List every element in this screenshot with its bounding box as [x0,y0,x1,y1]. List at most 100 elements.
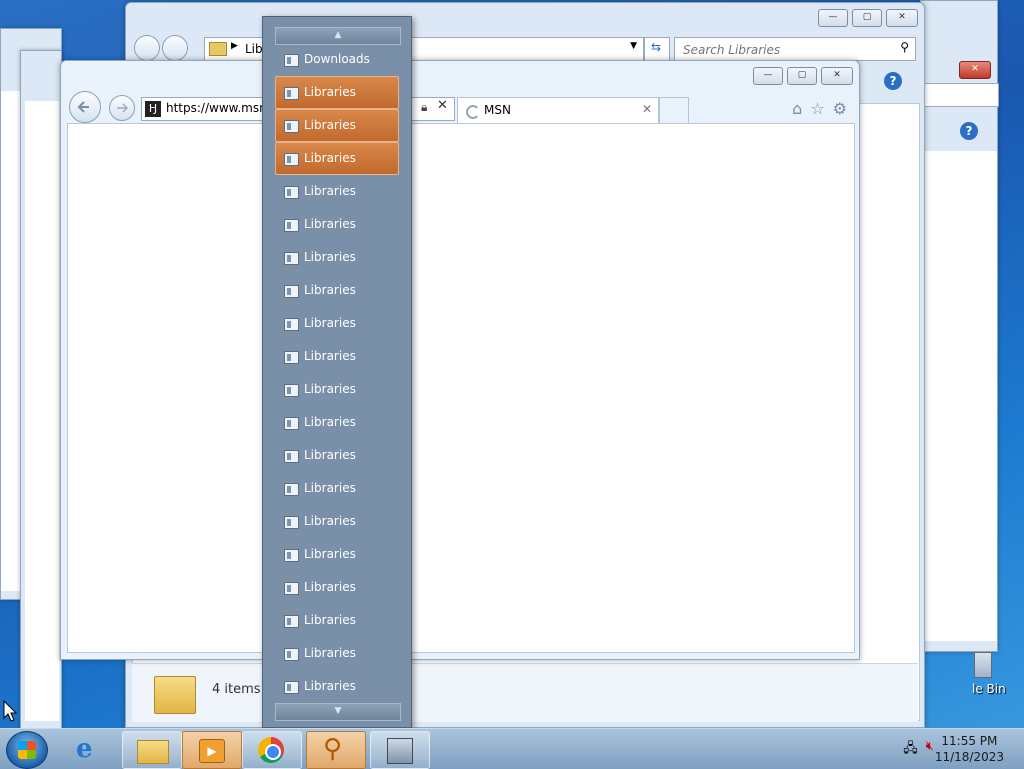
window-icon [284,285,299,298]
search-magnifier-icon: ⚲ [323,734,343,764]
window-list-item[interactable]: Libraries [275,505,399,538]
window-list-item[interactable]: Libraries [275,307,399,340]
window-list-item[interactable]: Libraries [275,571,399,604]
window-icon [284,252,299,265]
scroll-down-button[interactable]: ▼ [275,703,401,721]
recycle-bin-icon [974,652,992,678]
window-list-item[interactable]: Libraries [275,175,399,208]
window-list-item-label: Libraries [304,118,356,132]
window-list-item[interactable]: Libraries [275,406,399,439]
new-tab-button[interactable] [659,97,689,124]
taskbar-chrome[interactable] [242,731,302,769]
window-icon [284,681,299,694]
item-count: 4 items [212,682,261,697]
help-icon[interactable]: ? [960,122,978,140]
window-list-item[interactable]: Downloads [275,43,399,76]
window-list-item[interactable]: Libraries [275,241,399,274]
network-icon[interactable]: 🖧 [903,739,918,761]
window-list-item[interactable]: Libraries [275,274,399,307]
window-list-dropdown: ▲ Downloads Libraries Libraries Libraries Li… [262,16,412,728]
window-list-item-label: Libraries [304,349,356,363]
tab-msn[interactable]: MSN ✕ [457,97,659,124]
window-list-item[interactable]: Libraries [275,76,399,109]
window-list-item-label: Downloads [304,52,370,66]
page-content[interactable] [67,123,855,653]
clock-date: 11/18/2023 [934,750,1004,764]
window-list-item-label: Libraries [304,250,356,264]
window-list-item-label: Libraries [304,217,356,231]
maximize-button[interactable]: ▢ [852,9,882,27]
window-icon [284,351,299,364]
close-button[interactable]: ✕ [821,67,853,85]
network-tool-icon [387,738,413,764]
chrome-center [265,744,281,760]
favorites-star-icon[interactable]: ☆ [810,99,824,118]
close-tab-button[interactable]: ✕ [642,102,652,116]
help-icon[interactable]: ? [884,72,902,90]
close-button[interactable]: ✕ [886,9,918,27]
background-window-right: ✕ [920,0,999,652]
window-list-item-label: Libraries [304,316,356,330]
window-list-item[interactable]: Libraries [275,142,399,175]
recycle-bin[interactable]: le Bin [968,650,1024,696]
window-list-item[interactable]: Libraries [275,637,399,670]
window-list-item-label: Libraries [304,151,356,165]
window-list-item[interactable]: Libraries [275,109,399,142]
taskbar-search-tool[interactable]: ⚲ [306,731,366,769]
window-list-item-label: Libraries [304,481,356,495]
maximize-button[interactable]: ▢ [787,67,817,85]
window-icon [284,483,299,496]
taskbar-media-player[interactable]: ▶ [182,731,242,769]
search-input[interactable] [681,40,895,60]
clock[interactable]: 11:55 PM 11/18/2023 [935,733,1004,765]
chevron-down-icon[interactable]: ▼ [630,41,637,51]
window-icon [284,120,299,133]
gear-icon[interactable]: ⚙ [833,99,847,118]
search-icon: ⚲ [900,40,909,54]
window-list-item-label: Libraries [304,613,356,627]
taskbar-explorer[interactable] [122,731,182,769]
window-list-item[interactable]: Libraries [275,604,399,637]
close-button[interactable]: ✕ [959,61,991,79]
window-icon [284,582,299,595]
file-explorer-icon [137,740,169,764]
search-box[interactable]: ⚲ [674,37,916,61]
window-list-item[interactable]: Libraries [275,472,399,505]
back-button[interactable] [69,91,101,123]
stop-button[interactable]: ✕ [437,98,448,113]
window-list-item[interactable]: Libraries [275,670,399,703]
start-button[interactable] [6,731,48,769]
window-list-item[interactable]: Libraries [275,538,399,571]
window-icon [284,318,299,331]
window-icon [284,54,299,67]
window-list-item[interactable]: Libraries [275,340,399,373]
home-icon[interactable]: ⌂ [792,99,802,118]
window-icon [284,516,299,529]
minimize-button[interactable]: — [753,67,783,85]
back-button[interactable] [134,35,160,61]
window-list-item[interactable]: Libraries [275,373,399,406]
window-list-item[interactable]: Libraries [275,208,399,241]
url-text[interactable]: https://www.msn.c [166,101,277,115]
window-icon [284,219,299,232]
window-list-item-label: Libraries [304,646,356,660]
arrow-right-icon [117,103,129,113]
system-tray: 🖧 🔇︎ [903,739,934,761]
window-icon [284,549,299,562]
forward-button[interactable] [109,95,135,121]
internet-explorer-icon: e [76,734,93,764]
window-list-item[interactable]: Libraries [275,439,399,472]
minimize-button[interactable]: — [818,9,848,27]
clock-time: 11:55 PM [941,734,998,748]
refresh-button[interactable]: ⇆ [644,37,670,61]
lock-icon[interactable]: 🔒︎ [421,100,427,115]
window-list-item-label: Libraries [304,382,356,396]
forward-button[interactable] [162,35,188,61]
taskbar-network-tool[interactable] [370,731,430,769]
taskbar-ie[interactable]: e [62,731,120,767]
window-list-item-label: Libraries [304,448,356,462]
background-window-left-2 [20,50,62,732]
volume-muted-icon[interactable]: 🔇︎ [926,739,934,761]
browser-window: — ▢ ✕ Ӈ https://www.msn.c 🔒︎ ✕ MSN ✕ ⌂ ☆… [60,60,860,660]
window-icon [284,87,299,100]
